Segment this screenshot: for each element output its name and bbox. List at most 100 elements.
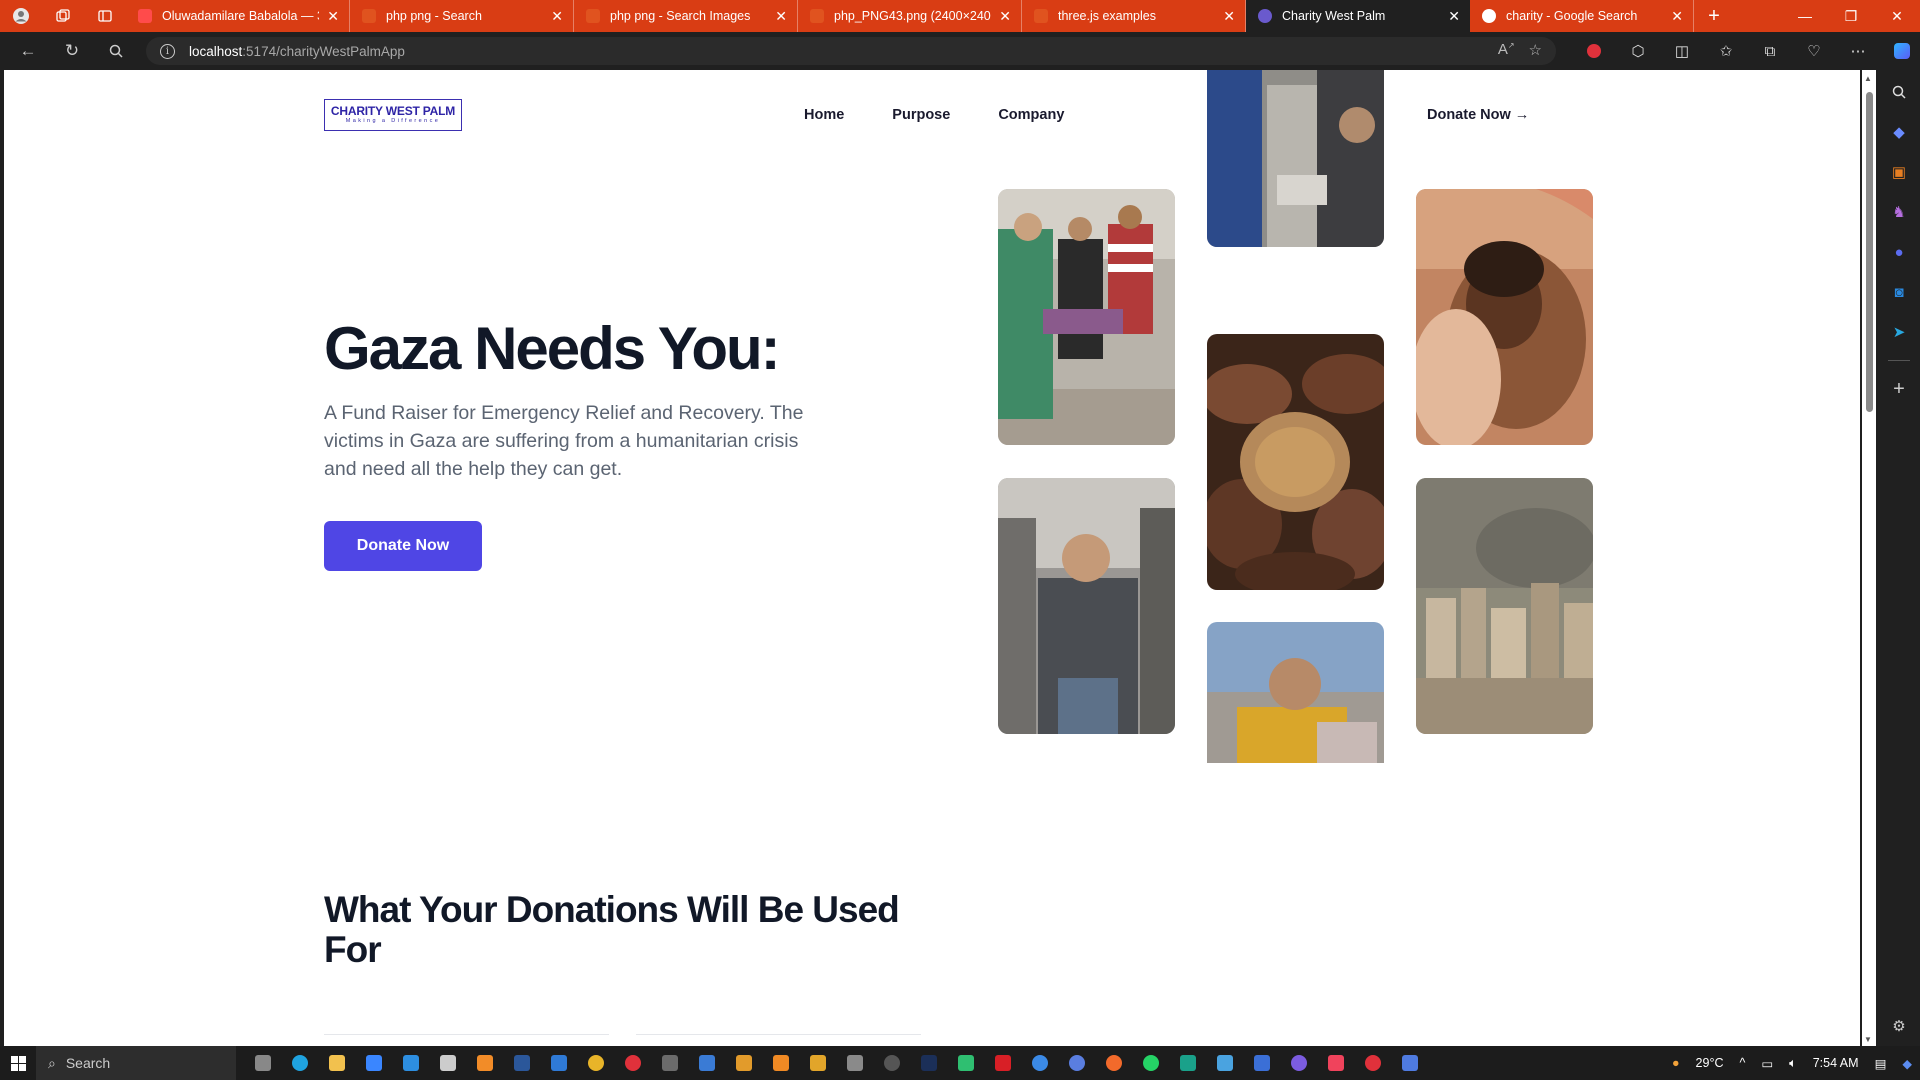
copilot-icon[interactable] <box>1880 43 1920 59</box>
split-screen-icon[interactable]: ◫ <box>1660 42 1704 60</box>
app-icon[interactable] <box>1058 1046 1095 1080</box>
app-icon[interactable] <box>1206 1046 1243 1080</box>
vscode-icon[interactable] <box>540 1046 577 1080</box>
music-icon[interactable] <box>1317 1046 1354 1080</box>
read-aloud-icon[interactable]: A↗ <box>1498 41 1515 59</box>
security-icon[interactable] <box>429 1046 466 1080</box>
restore-icon[interactable]: ❐ <box>1828 0 1874 32</box>
file-explorer-icon[interactable] <box>318 1046 355 1080</box>
browser-essentials-icon[interactable]: ♡ <box>1792 42 1836 60</box>
tray-chevron-icon[interactable]: ^ <box>1731 1056 1753 1070</box>
clock-time[interactable]: 7:54 AM <box>1805 1056 1867 1070</box>
hero-title: Gaza Needs You: <box>324 315 781 382</box>
card-divider <box>324 1034 609 1035</box>
app-icon[interactable] <box>799 1046 836 1080</box>
sidebar-settings-icon[interactable]: ⚙ <box>1878 1006 1920 1046</box>
app-icon[interactable] <box>1243 1046 1280 1080</box>
opera-icon[interactable] <box>614 1046 651 1080</box>
app-icon[interactable] <box>1280 1046 1317 1080</box>
app-icon[interactable] <box>688 1046 725 1080</box>
edge-app-icon[interactable] <box>281 1046 318 1080</box>
search-icon[interactable] <box>94 32 138 70</box>
more-menu-icon[interactable]: ⋯ <box>1836 42 1880 60</box>
nav-home-link[interactable]: Home <box>804 107 844 123</box>
app-icon[interactable] <box>1169 1046 1206 1080</box>
extensions-puzzle-icon[interactable]: ⬡ <box>1616 42 1660 60</box>
browser-tab[interactable]: php_PNG43.png (2400×2400) ✕ <box>798 0 1022 32</box>
url-input[interactable]: i localhost:5174/charityWestPalmApp A↗ ☆ <box>146 37 1556 65</box>
collections-icon[interactable]: ⧉ <box>1748 43 1792 60</box>
chrome-icon[interactable] <box>1021 1046 1058 1080</box>
app-icon[interactable] <box>651 1046 688 1080</box>
close-tab-icon[interactable]: ✕ <box>327 8 339 25</box>
profile-icon[interactable] <box>0 0 42 32</box>
sidebar-tools-icon[interactable]: ▣ <box>1878 152 1920 192</box>
sidebar-outlook-icon[interactable]: ◙ <box>1878 272 1920 312</box>
close-tab-icon[interactable]: ✕ <box>1223 8 1235 25</box>
app-icon[interactable] <box>762 1046 799 1080</box>
nav-company-link[interactable]: Company <box>998 107 1064 123</box>
close-tab-icon[interactable]: ✕ <box>1448 8 1460 25</box>
scrollbar-thumb[interactable] <box>1866 92 1873 412</box>
netflix-icon[interactable] <box>984 1046 1021 1080</box>
browser-tab[interactable]: charity - Google Search ✕ <box>1470 0 1694 32</box>
network-icon[interactable]: ▭ <box>1753 1056 1781 1071</box>
vlc-icon[interactable] <box>466 1046 503 1080</box>
favorite-star-icon[interactable]: ☆ <box>1529 41 1542 59</box>
sidebar-telegram-icon[interactable]: ➤ <box>1878 312 1920 352</box>
photoshop-icon[interactable] <box>910 1046 947 1080</box>
sidebar-shopping-icon[interactable]: ◆ <box>1878 112 1920 152</box>
minimize-icon[interactable]: — <box>1782 0 1828 32</box>
app-icon[interactable] <box>873 1046 910 1080</box>
store-icon[interactable] <box>355 1046 392 1080</box>
browser-tab[interactable]: Oluwadamilare Babalola — 3( ✕ <box>126 0 350 32</box>
app-icon[interactable] <box>947 1046 984 1080</box>
extension-red-icon[interactable] <box>1572 44 1616 58</box>
close-tab-icon[interactable]: ✕ <box>1671 8 1683 25</box>
nav-purpose-link[interactable]: Purpose <box>892 107 950 123</box>
workspaces-icon[interactable] <box>42 0 84 32</box>
app-icon[interactable] <box>836 1046 873 1080</box>
site-info-icon[interactable]: i <box>160 43 175 59</box>
app-icon[interactable] <box>1354 1046 1391 1080</box>
back-icon[interactable]: ← <box>6 32 50 70</box>
close-tab-icon[interactable]: ✕ <box>551 8 563 25</box>
start-button[interactable] <box>0 1046 36 1080</box>
weather-temp[interactable]: 29°C <box>1688 1056 1732 1070</box>
chrome-icon[interactable] <box>577 1046 614 1080</box>
sidebar-games-icon[interactable]: ♞ <box>1878 192 1920 232</box>
scroll-down-icon[interactable]: ▼ <box>1864 1035 1872 1044</box>
whatsapp-icon[interactable] <box>1132 1046 1169 1080</box>
favorites-icon[interactable]: ✩ <box>1704 42 1748 60</box>
mail-icon[interactable] <box>392 1046 429 1080</box>
browser-tab[interactable]: php png - Search ✕ <box>350 0 574 32</box>
refresh-icon[interactable]: ↻ <box>50 32 94 70</box>
address-toolbar: ← ↻ i localhost:5174/charityWestPalmApp … <box>0 32 1920 70</box>
volume-icon[interactable]: 🔈︎ <box>1781 1056 1805 1071</box>
app-icon[interactable] <box>1391 1046 1428 1080</box>
app-icon[interactable] <box>725 1046 762 1080</box>
scroll-up-icon[interactable]: ▲ <box>1864 74 1872 83</box>
browser-tab[interactable]: three.js examples ✕ <box>1022 0 1246 32</box>
new-tab-icon[interactable]: + <box>1694 0 1734 32</box>
sidebar-add-icon[interactable]: + <box>1878 369 1920 409</box>
close-window-icon[interactable]: ✕ <box>1874 0 1920 32</box>
tab-actions-icon[interactable] <box>84 0 126 32</box>
donate-now-button[interactable]: Donate Now <box>324 521 482 571</box>
header-donate-link[interactable]: Donate Now → <box>1427 107 1529 123</box>
site-logo[interactable]: CHARITY WEST PALM Making a Difference <box>324 99 462 131</box>
taskbar-search-box[interactable]: ⌕ Search <box>36 1046 236 1080</box>
copilot-taskbar-icon[interactable]: ◆ <box>1894 1056 1920 1071</box>
close-tab-icon[interactable]: ✕ <box>999 8 1011 25</box>
browser-tab-active[interactable]: Charity West Palm ✕ <box>1246 0 1470 32</box>
page-scrollbar[interactable]: ▲ ▼ <box>1862 70 1876 1046</box>
word-icon[interactable] <box>503 1046 540 1080</box>
sidebar-search-icon[interactable] <box>1878 72 1920 112</box>
app-icon[interactable] <box>1095 1046 1132 1080</box>
task-view-icon[interactable] <box>244 1046 281 1080</box>
weather-icon[interactable]: ● <box>1664 1056 1688 1070</box>
notifications-icon[interactable]: ▤ <box>1867 1056 1895 1071</box>
sidebar-copilot-icon[interactable]: ● <box>1878 232 1920 272</box>
browser-tab[interactable]: php png - Search Images ✕ <box>574 0 798 32</box>
close-tab-icon[interactable]: ✕ <box>775 8 787 25</box>
